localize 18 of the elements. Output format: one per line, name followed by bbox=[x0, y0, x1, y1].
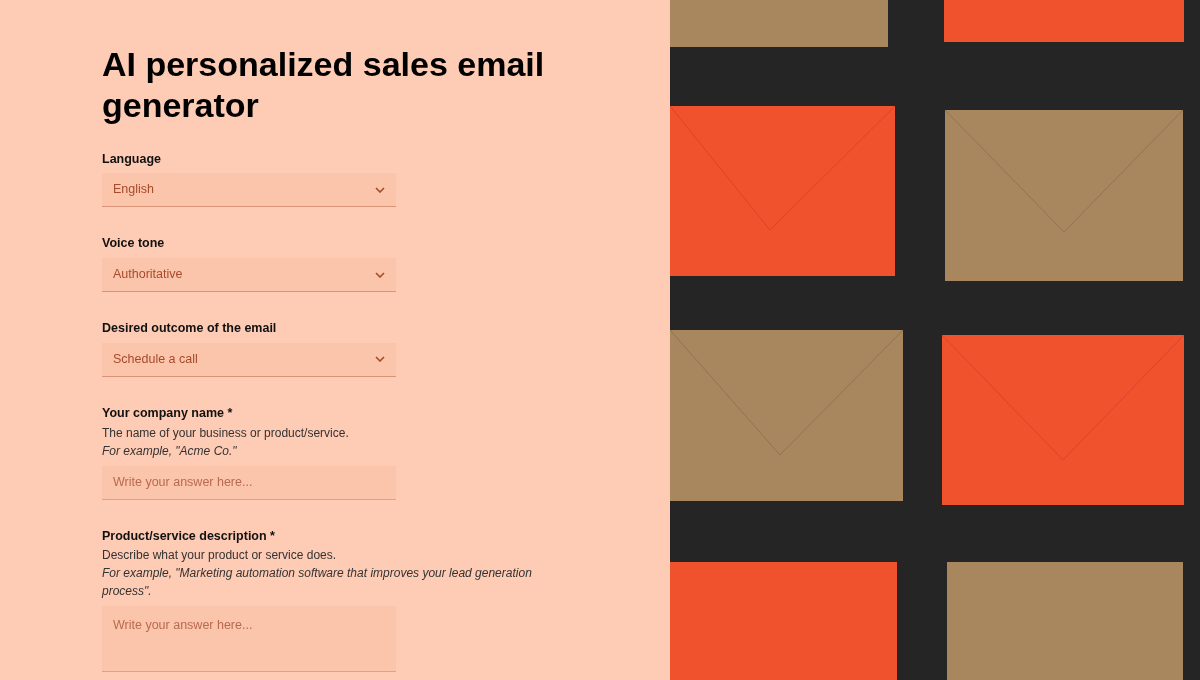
page-title: AI personalized sales email generator bbox=[102, 44, 546, 126]
help-text: The name of your business or product/service. bbox=[102, 424, 350, 442]
input-field[interactable]: Write your answer here... bbox=[102, 465, 396, 500]
chevron-down-icon bbox=[375, 271, 385, 278]
example-text: For example, "Acme Co." bbox=[102, 442, 238, 460]
field-label: Desired outcome of the email bbox=[102, 320, 278, 338]
field-label: Language bbox=[102, 150, 163, 168]
field-label: Your company name * bbox=[102, 404, 234, 422]
dropdown-field[interactable]: Authoritative bbox=[102, 258, 396, 293]
dropdown-field[interactable]: Schedule a call bbox=[102, 342, 396, 377]
field-label: Product/service description * bbox=[102, 527, 276, 545]
dropdown-field[interactable]: English bbox=[102, 173, 396, 208]
chevron-down-icon bbox=[375, 356, 385, 363]
help-text: Describe what your product or service does. bbox=[102, 547, 338, 565]
answer-box[interactable]: Write your answer here... bbox=[102, 606, 396, 673]
example-text: For example, "Marketing automation software that improves your lead generation process". bbox=[102, 565, 533, 601]
field-label: Voice tone bbox=[102, 235, 166, 253]
chevron-down-icon bbox=[375, 186, 385, 193]
